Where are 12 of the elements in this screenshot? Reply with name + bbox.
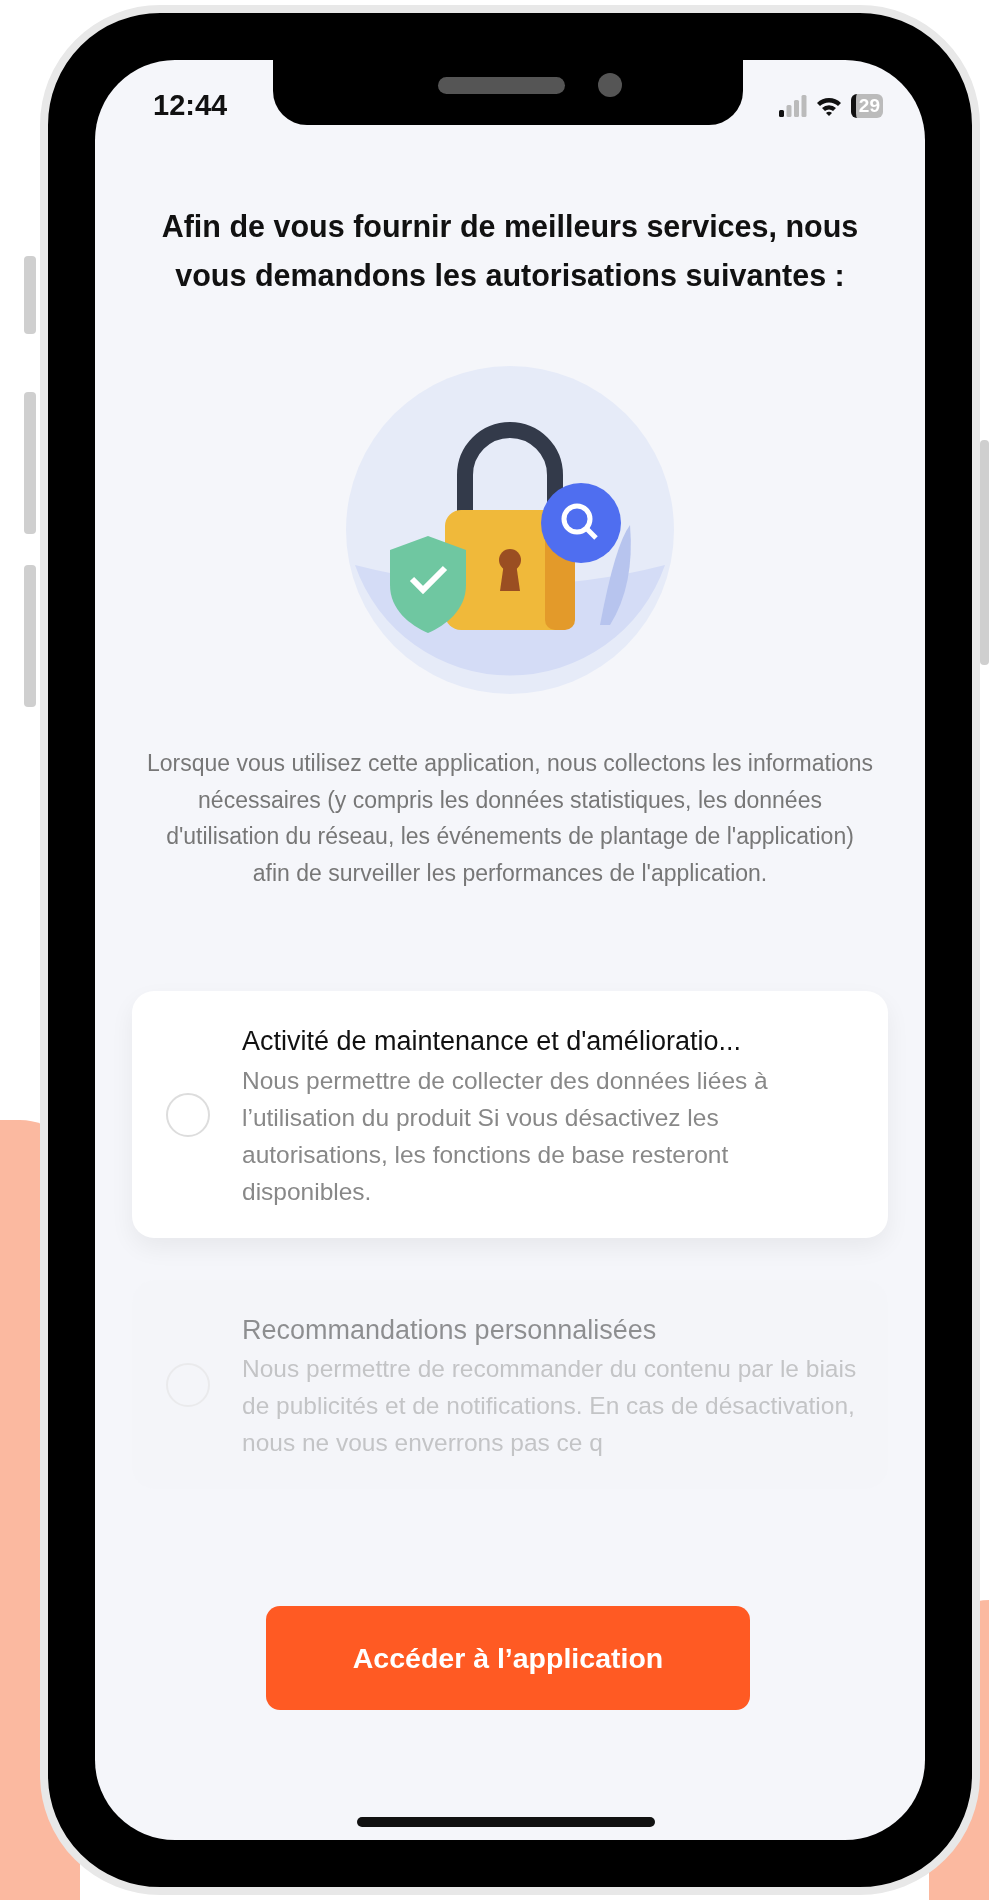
enter-app-button[interactable]: Accéder à l’application bbox=[266, 1606, 750, 1710]
page-title: Afin de vous fournir de meilleurs services, nous vous demandons les autorisations suivantes : bbox=[160, 208, 860, 294]
camera-icon bbox=[598, 73, 622, 97]
permission-title: Activité de maintenance et d'amélioratio... bbox=[242, 1025, 742, 1058]
signal-icon bbox=[778, 95, 807, 117]
permission-title: Recommandations personnalisées bbox=[242, 1313, 658, 1347]
radio-button[interactable] bbox=[166, 1093, 210, 1138]
battery-level: 29 bbox=[858, 94, 880, 118]
permission-description: Nous permettre de collecter des données liées à l’utilisation du produit Si vous désactivez les autorisations, les fonctions de base resteront disponibles. bbox=[242, 1065, 769, 1207]
speaker-icon bbox=[438, 77, 565, 94]
description-text: Lorsque vous utilisez cette application, nous collectons les informations nécessaires (y compris les données statistiques, les données d'utilisation du réseau, les événements de plantage de l'application) afin de surveiller les performances de l'application. bbox=[145, 749, 875, 888]
status-time: 12:44 bbox=[153, 88, 228, 124]
